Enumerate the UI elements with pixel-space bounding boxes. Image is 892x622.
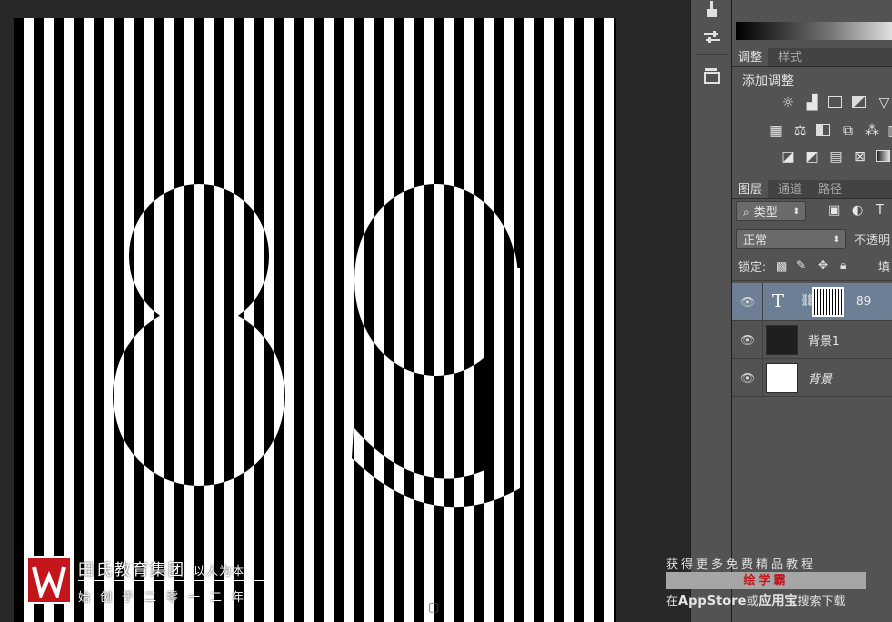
- layer-thumbnail[interactable]: [766, 363, 798, 393]
- layer-filter-value: 类型: [753, 205, 778, 219]
- strip-divider: [697, 54, 727, 55]
- posterize-icon[interactable]: ◩: [804, 150, 820, 164]
- tab-channels[interactable]: 通道: [772, 180, 808, 198]
- layer-thumbnail[interactable]: [766, 325, 798, 355]
- brightness-contrast-icon[interactable]: ☼: [780, 96, 796, 110]
- color-ramp[interactable]: [736, 22, 892, 40]
- watermark-logo: [26, 556, 72, 604]
- layer-name[interactable]: 背景: [808, 370, 832, 387]
- updown-arrow-icon: ⬍: [832, 235, 840, 245]
- fill-label: 填: [878, 260, 891, 274]
- updown-arrow-icon: ⬍: [792, 207, 800, 217]
- watermark-org-sub: 以人为本: [193, 564, 246, 578]
- tab-adjustments[interactable]: 调整: [732, 48, 769, 66]
- watermark-divider: [78, 580, 274, 581]
- filter-adjustment-icon[interactable]: ◐: [852, 203, 863, 218]
- exposure-icon[interactable]: [852, 96, 868, 110]
- opacity-label: 不透明: [854, 233, 891, 247]
- clone-source-icon[interactable]: [701, 66, 723, 86]
- layer-row-bg1[interactable]: 👁︎ 背景1: [732, 321, 892, 359]
- lock-position-icon[interactable]: ✥: [818, 258, 828, 272]
- stripe-illusion-artwork: [113, 184, 520, 508]
- layer-row-text[interactable]: 👁︎ T ⛓︎ 89: [732, 283, 892, 321]
- right-panels: 调整 样式 添加调整 ☼ ▟ ▽ ▦ ⚖ ⧉ ⁂ ▥ ◪ ◩ ▤ ⊠ 图层 通道…: [732, 0, 892, 622]
- watermark-tagline: 始创于二零一二年: [78, 590, 255, 604]
- channel-mixer-icon[interactable]: ⁂: [864, 124, 880, 138]
- black-white-icon[interactable]: [816, 124, 832, 138]
- visibility-eye-icon[interactable]: 👁︎: [740, 295, 755, 309]
- blend-mode-value: 正常: [743, 233, 768, 247]
- search-icon: ⌕: [743, 205, 750, 219]
- lock-transparent-icon[interactable]: ▩: [776, 259, 787, 273]
- promo-store-line: 在AppStore或应用宝搜索下载: [666, 594, 846, 609]
- lock-pixels-icon[interactable]: ✎: [796, 258, 806, 272]
- curves-icon[interactable]: [828, 96, 844, 110]
- promo-brand: 绘学霸: [743, 573, 789, 587]
- invert-icon[interactable]: ◪: [780, 150, 796, 164]
- lock-all-icon[interactable]: 🔒︎: [840, 258, 846, 273]
- eye-column-divider: [762, 359, 763, 396]
- add-adjustment-title: 添加调整: [742, 74, 795, 89]
- canvas-grip-icon: ▢: [428, 600, 440, 614]
- visibility-eye-icon[interactable]: 👁︎: [740, 371, 755, 385]
- layer-name[interactable]: 89: [856, 294, 871, 308]
- watermark-org: 田氏教育集团 以人为本: [78, 560, 246, 579]
- vibrance-icon[interactable]: ▽: [876, 96, 892, 110]
- color-lookup-icon[interactable]: ▥: [886, 124, 892, 138]
- layers-tabbar: 图层 通道 路径: [732, 180, 892, 199]
- filter-type-icon[interactable]: T: [876, 203, 884, 218]
- gradient-map-icon[interactable]: [876, 150, 892, 164]
- panel-icon-strip: [690, 0, 732, 622]
- canvas[interactable]: [14, 18, 616, 622]
- eye-column-divider: [762, 321, 763, 358]
- layer-mask-thumbnail[interactable]: [812, 287, 844, 317]
- hue-saturation-icon[interactable]: ▦: [768, 124, 784, 138]
- filter-pixel-icon[interactable]: ▣: [828, 203, 840, 218]
- selective-color-icon[interactable]: ⊠: [852, 150, 868, 164]
- w-logo-icon: [32, 566, 66, 598]
- tool-presets-icon[interactable]: [701, 28, 723, 48]
- layers-divider: [732, 280, 892, 281]
- adjustments-tabbar: 调整 样式: [732, 48, 892, 67]
- photo-filter-icon[interactable]: ⧉: [840, 124, 856, 138]
- layer-row-background[interactable]: 👁︎ 背景: [732, 359, 892, 397]
- levels-icon[interactable]: ▟: [804, 96, 820, 110]
- blend-mode-select[interactable]: 正常 ⬍: [736, 229, 846, 249]
- lock-label: 锁定:: [738, 260, 767, 274]
- tab-paths[interactable]: 路径: [812, 180, 848, 198]
- layer-filter-select[interactable]: ⌕ 类型 ⬍: [736, 201, 806, 221]
- eye-column-divider: [762, 283, 763, 320]
- promo-headline: 获得更多免费精品教程: [666, 557, 817, 571]
- tab-styles[interactable]: 样式: [772, 48, 808, 66]
- brush-presets-icon[interactable]: [701, 0, 723, 20]
- tab-layers[interactable]: 图层: [732, 180, 769, 198]
- color-balance-icon[interactable]: ⚖: [792, 124, 808, 138]
- threshold-icon[interactable]: ▤: [828, 150, 844, 164]
- text-layer-icon: T: [772, 291, 785, 312]
- visibility-eye-icon[interactable]: 👁︎: [740, 333, 755, 347]
- layer-name[interactable]: 背景1: [808, 332, 840, 349]
- document-workspace: 田氏教育集团 以人为本 始创于二零一二年 ▢: [0, 0, 690, 622]
